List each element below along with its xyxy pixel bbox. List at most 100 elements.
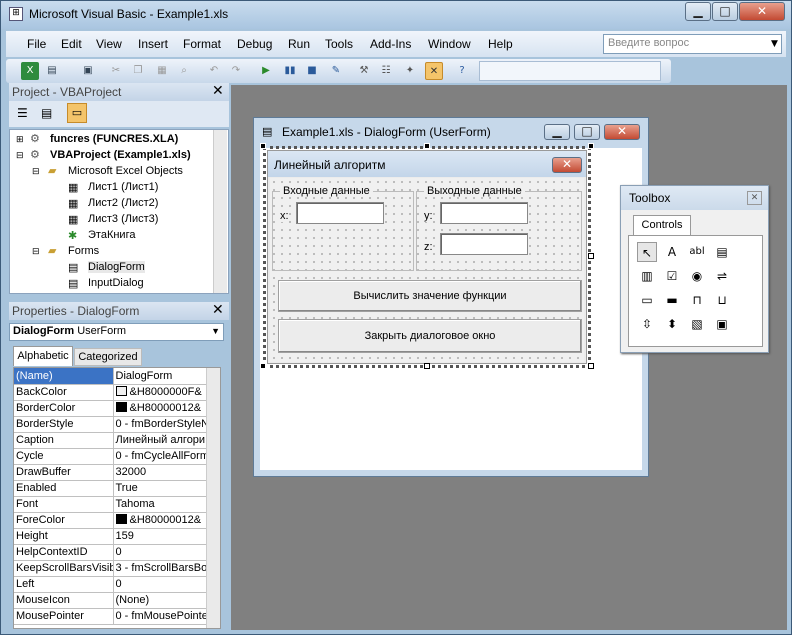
tree-excel-objects[interactable]: Microsoft Excel Objects: [68, 165, 183, 177]
tab-controls[interactable]: Controls: [633, 215, 691, 235]
project-explorer-icon[interactable]: ⚒: [355, 62, 373, 80]
resize-handle[interactable]: [424, 363, 430, 369]
run-icon[interactable]: ▶: [257, 62, 275, 80]
paste-icon[interactable]: ▦: [153, 62, 171, 80]
togglebutton-icon[interactable]: ⇌: [712, 266, 732, 286]
property-row[interactable]: ForeColor &H80000012&: [14, 512, 207, 529]
scrollbar-icon[interactable]: ⇳: [637, 314, 657, 334]
property-value-cell[interactable]: &H80000012&: [113, 512, 207, 529]
property-row[interactable]: BorderStyle 0 - fmBorderStyleN: [14, 416, 207, 433]
insert-userform-icon[interactable]: ▤: [43, 62, 61, 80]
designer-minimize-button[interactable]: ▁: [544, 124, 570, 140]
image-icon[interactable]: ▧: [687, 314, 707, 334]
menu-help[interactable]: Help: [488, 37, 513, 51]
combobox-icon[interactable]: ▤: [712, 242, 732, 262]
properties-window-icon[interactable]: ☷: [377, 62, 395, 80]
object-selector[interactable]: DialogForm UserForm ▼: [9, 323, 224, 341]
property-row[interactable]: MousePointer 0 - fmMousePointe: [14, 608, 207, 625]
userform[interactable]: Линейный алгоритм ✕ Входные данные x: Вы…: [267, 150, 587, 364]
menu-format[interactable]: Format: [183, 37, 221, 51]
design-mode-icon[interactable]: ✎: [327, 62, 345, 80]
menu-window[interactable]: Window: [428, 37, 471, 51]
property-value[interactable]: True: [113, 480, 207, 497]
view-object-icon[interactable]: ▤: [41, 106, 52, 120]
close-button[interactable]: ✕: [739, 2, 785, 21]
property-row[interactable]: Height 159: [14, 528, 207, 545]
reset-icon[interactable]: ■: [303, 62, 321, 80]
toolbox-icon[interactable]: ✕: [425, 62, 443, 80]
copy-icon[interactable]: ❐: [129, 62, 147, 80]
property-value-cell[interactable]: &H8000000F&: [113, 384, 207, 401]
property-value[interactable]: 0: [113, 576, 207, 593]
properties-scrollbar[interactable]: [206, 368, 220, 628]
expand-icon[interactable]: ⊞: [16, 134, 24, 145]
menu-edit[interactable]: Edit: [61, 37, 82, 51]
property-row[interactable]: Left 0: [14, 576, 207, 593]
find-icon[interactable]: ⌕: [175, 62, 193, 80]
userform-close-button[interactable]: ✕: [552, 157, 582, 173]
menu-run[interactable]: Run: [288, 37, 310, 51]
property-value[interactable]: 3 - fmScrollBarsBot: [113, 560, 207, 577]
property-value[interactable]: DialogForm: [113, 368, 207, 385]
tree-vbaproject[interactable]: VBAProject (Example1.xls): [50, 149, 191, 161]
optionbutton-icon[interactable]: ◉: [687, 266, 707, 286]
property-row[interactable]: MouseIcon (None): [14, 592, 207, 609]
calculate-button[interactable]: Вычислить значение функции: [278, 280, 582, 312]
tree-sheet2[interactable]: Лист2 (Лист2): [88, 197, 158, 209]
pointer-icon[interactable]: ↖: [637, 242, 657, 262]
textbox-y[interactable]: [440, 202, 528, 224]
menu-tools[interactable]: Tools: [325, 37, 353, 51]
tabstrip-icon[interactable]: ⊓: [687, 290, 707, 310]
close-dialog-button[interactable]: Закрыть диалоговое окно: [278, 319, 582, 353]
tab-categorized[interactable]: Categorized: [74, 348, 142, 366]
property-row[interactable]: (Name) DialogForm: [14, 368, 207, 385]
menu-insert[interactable]: Insert: [138, 37, 168, 51]
save-icon[interactable]: ▣: [79, 62, 97, 80]
property-row[interactable]: KeepScrollBarsVisible3 - fmScrollBarsBot: [14, 560, 207, 577]
property-value[interactable]: 0 - fmBorderStyleN: [113, 416, 207, 433]
tree-inputdialog[interactable]: InputDialog: [88, 277, 144, 289]
property-row[interactable]: Caption Линейный алгори: [14, 432, 207, 449]
properties-close-icon[interactable]: ✕: [212, 302, 224, 318]
project-close-icon[interactable]: ✕: [212, 83, 224, 99]
property-value[interactable]: Линейный алгори: [113, 432, 207, 449]
collapse-icon[interactable]: ⊟: [16, 150, 24, 161]
textbox-icon[interactable]: abl: [687, 242, 707, 262]
minimize-button[interactable]: ▁: [685, 2, 711, 21]
redo-icon[interactable]: ↷: [227, 62, 245, 80]
help-search-input[interactable]: Введите вопрос: [603, 34, 782, 54]
resize-handle[interactable]: [424, 143, 430, 149]
property-row[interactable]: Font Tahoma: [14, 496, 207, 513]
resize-handle[interactable]: [260, 363, 266, 369]
property-row[interactable]: HelpContextID 0: [14, 544, 207, 561]
maximize-button[interactable]: □: [712, 2, 738, 21]
property-value[interactable]: 159: [113, 528, 207, 545]
property-value[interactable]: Tahoma: [113, 496, 207, 513]
excel-view-icon[interactable]: X: [21, 62, 39, 80]
undo-icon[interactable]: ↶: [205, 62, 223, 80]
menu-file[interactable]: File: [27, 37, 46, 51]
property-value-cell[interactable]: &H80000012&: [113, 400, 207, 417]
cut-icon[interactable]: ✂: [107, 62, 125, 80]
tab-alphabetic[interactable]: Alphabetic: [13, 346, 73, 366]
collapse-icon[interactable]: ⊟: [32, 246, 40, 257]
listbox-icon[interactable]: ▥: [637, 266, 657, 286]
toggle-folders-icon[interactable]: ▭: [67, 103, 87, 123]
resize-handle[interactable]: [588, 363, 594, 369]
refedit-icon[interactable]: ▣: [712, 314, 732, 334]
object-browser-icon[interactable]: ✦: [401, 62, 419, 80]
menu-addins[interactable]: Add-Ins: [370, 37, 411, 51]
designer-maximize-button[interactable]: □: [574, 124, 600, 140]
tree-forms[interactable]: Forms: [68, 245, 99, 257]
frame-icon[interactable]: ▭: [637, 290, 657, 310]
property-row[interactable]: BackColor &H8000000F&: [14, 384, 207, 401]
tree-sheet1[interactable]: Лист1 (Лист1): [88, 181, 158, 193]
resize-handle[interactable]: [260, 143, 266, 149]
resize-handle[interactable]: [588, 143, 594, 149]
property-row[interactable]: DrawBuffer 32000: [14, 464, 207, 481]
menu-debug[interactable]: Debug: [237, 37, 272, 51]
tree-scrollbar[interactable]: [213, 130, 227, 293]
help-icon[interactable]: ?: [453, 62, 471, 80]
tree-thisworkbook[interactable]: ЭтаКнига: [88, 229, 135, 241]
property-value[interactable]: 32000: [113, 464, 207, 481]
